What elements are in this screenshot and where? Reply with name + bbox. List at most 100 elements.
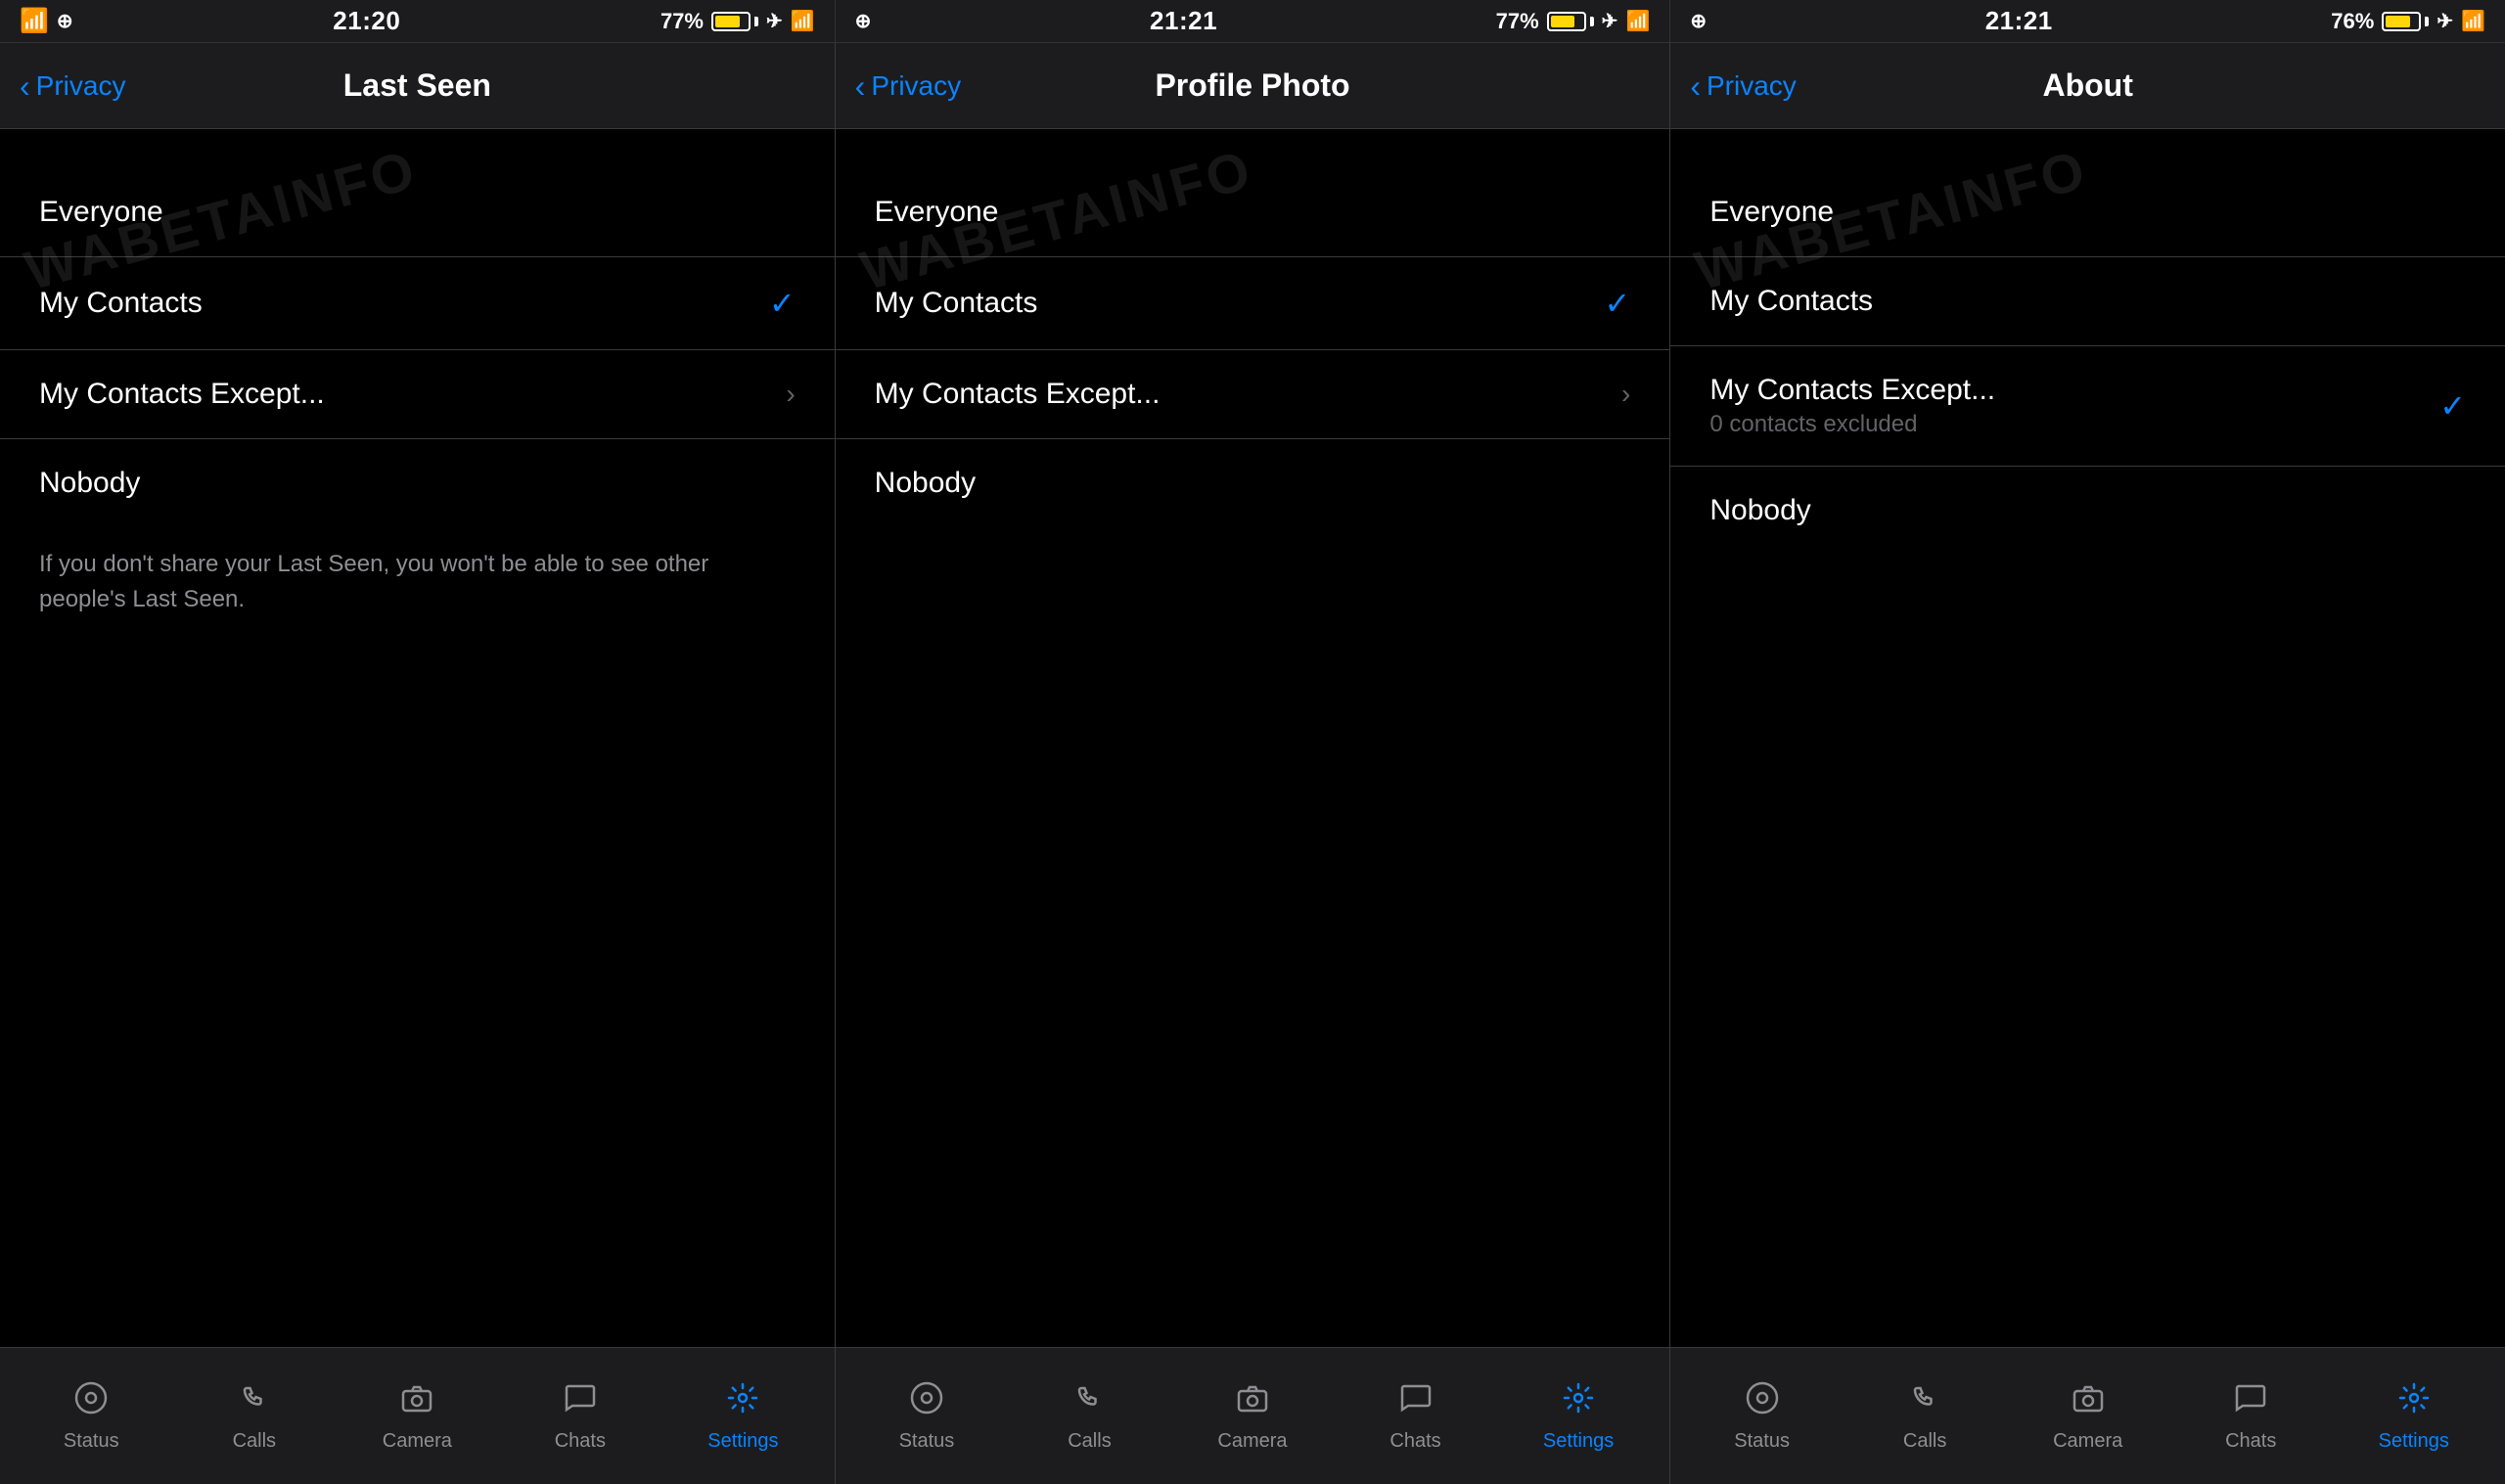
tab-camera-1[interactable]: Camera: [378, 1380, 456, 1453]
back-button-1[interactable]: ‹ Privacy: [20, 70, 125, 102]
tab-camera-3[interactable]: Camera: [2049, 1380, 2127, 1453]
nav-title-2: Profile Photo: [1155, 67, 1349, 104]
tab-settings-2[interactable]: Settings: [1539, 1380, 1617, 1453]
status-icon-1: [73, 1380, 109, 1422]
status-left-2: ⊕: [855, 9, 872, 33]
settings-icon-3: [2396, 1380, 2432, 1422]
list-section-2: Everyone My Contacts ✓ My Contacts Excep…: [836, 168, 1670, 527]
tab-calls-3[interactable]: Calls: [1886, 1380, 1964, 1453]
tab-calls-label-1: Calls: [233, 1430, 276, 1453]
status-left-1: 📶 ⊕: [20, 7, 73, 35]
label-everyone-3: Everyone: [1709, 196, 1834, 229]
list-item-mycontacts-1[interactable]: My Contacts ✓: [0, 257, 835, 350]
tab-settings-label-3: Settings: [2379, 1430, 2449, 1453]
screen-1-wrapper: WABETAINFO Everyone My Contacts ✓ My Con…: [0, 129, 835, 1347]
tab-calls-label-3: Calls: [1903, 1430, 1946, 1453]
list-item-nobody-3[interactable]: Nobody: [1670, 467, 2505, 555]
tab-chats-3[interactable]: Chats: [2211, 1380, 2290, 1453]
screen-profile-photo: WABETAINFO Everyone My Contacts ✓ My Con…: [835, 129, 1670, 1347]
status-time-2: 21:21: [1150, 6, 1217, 36]
list-item-nobody-1[interactable]: Nobody: [0, 439, 835, 527]
tab-section-3: Status Calls Camera Chats Settings: [1669, 1348, 2505, 1484]
chats-icon-3: [2233, 1380, 2268, 1422]
tab-chats-label-1: Chats: [555, 1430, 606, 1453]
list-item-everyone-2[interactable]: Everyone: [836, 168, 1670, 257]
status-bar: 📶 ⊕ 21:20 77% ✈ 📶 ⊕ 21:21 77%: [0, 0, 2505, 43]
calls-icon-3: [1907, 1380, 1942, 1422]
tab-section-1: Status Calls Camera Chats Settings: [0, 1348, 835, 1484]
chevron-icon-1: ›: [786, 379, 795, 410]
wifi-icon-1: 📶: [20, 7, 49, 35]
tab-settings-3[interactable]: Settings: [2375, 1380, 2453, 1453]
status-icon-2: [909, 1380, 944, 1422]
back-label-2: Privacy: [871, 70, 961, 102]
back-arrow-icon-1: ‹: [20, 70, 30, 102]
chevron-icon-2: ›: [1621, 379, 1630, 410]
battery-icon-2: [1547, 12, 1594, 31]
airplane-icon-2: ✈: [1602, 9, 1618, 33]
check-icon-mycontacts-2: ✓: [1605, 285, 1631, 322]
nav-title-1: Last Seen: [343, 67, 491, 104]
sublabel-mycontacts-except-3: 0 contacts excluded: [1709, 411, 1995, 438]
label-mycontacts-except-1: My Contacts Except...: [39, 378, 325, 411]
tab-status-2[interactable]: Status: [888, 1380, 966, 1453]
location-icon-1: ⊕: [57, 9, 73, 33]
wifi2-icon-2: 📶: [1625, 9, 1650, 33]
list-item-mycontacts-except-2[interactable]: My Contacts Except... ›: [836, 350, 1670, 439]
tab-calls-label-2: Calls: [1068, 1430, 1111, 1453]
battery-percent-1: 77%: [660, 9, 704, 34]
list-item-mycontacts-except-3[interactable]: My Contacts Except... 0 contacts exclude…: [1670, 346, 2505, 467]
back-button-2[interactable]: ‹ Privacy: [855, 70, 961, 102]
screen-3-wrapper: WABETAINFO Everyone My Contacts My Conta…: [1670, 129, 2505, 1347]
nav-panel-3: ‹ Privacy About: [1669, 43, 2505, 128]
tab-camera-label-1: Camera: [383, 1430, 452, 1453]
tab-calls-2[interactable]: Calls: [1050, 1380, 1128, 1453]
airplane-icon-1: ✈: [766, 9, 783, 33]
tab-chats-2[interactable]: Chats: [1377, 1380, 1455, 1453]
tab-camera-label-3: Camera: [2053, 1430, 2122, 1453]
list-item-mycontacts-3[interactable]: My Contacts: [1670, 257, 2505, 346]
list-item-nobody-2[interactable]: Nobody: [836, 439, 1670, 527]
nav-panel-2: ‹ Privacy Profile Photo: [835, 43, 1670, 128]
tab-status-3[interactable]: Status: [1723, 1380, 1801, 1453]
tab-camera-2[interactable]: Camera: [1213, 1380, 1292, 1453]
label-mycontacts-except-2: My Contacts Except...: [875, 378, 1161, 411]
list-section-3: Everyone My Contacts My Contacts Except.…: [1670, 168, 2505, 555]
list-section-1: Everyone My Contacts ✓ My Contacts Excep…: [0, 168, 835, 527]
camera-icon-1: [399, 1380, 434, 1422]
list-item-everyone-1[interactable]: Everyone: [0, 168, 835, 257]
label-mycontacts-2: My Contacts: [875, 287, 1038, 320]
screen-2-wrapper: WABETAINFO Everyone My Contacts ✓ My Con…: [836, 129, 1670, 1347]
camera-icon-2: [1235, 1380, 1270, 1422]
battery-icon-3: [2382, 12, 2429, 31]
location-icon-2: ⊕: [855, 9, 872, 33]
tab-camera-label-2: Camera: [1217, 1430, 1287, 1453]
wifi2-icon-3: 📶: [2461, 9, 2485, 33]
label-mycontacts-3: My Contacts: [1709, 285, 1873, 318]
status-panel-3: ⊕ 21:21 76% ✈ 📶: [1669, 0, 2505, 42]
screen-last-seen: WABETAINFO Everyone My Contacts ✓ My Con…: [0, 129, 835, 1347]
list-item-mycontacts-except-1[interactable]: My Contacts Except... ›: [0, 350, 835, 439]
location-icon-3: ⊕: [1690, 9, 1707, 33]
list-item-mycontacts-2[interactable]: My Contacts ✓: [836, 257, 1670, 350]
airplane-icon-3: ✈: [2437, 9, 2453, 33]
status-right-3: 76% ✈ 📶: [2331, 9, 2485, 34]
tab-calls-1[interactable]: Calls: [215, 1380, 294, 1453]
label-nobody-2: Nobody: [875, 467, 976, 500]
tab-status-1[interactable]: Status: [52, 1380, 130, 1453]
tab-chats-label-3: Chats: [2225, 1430, 2276, 1453]
back-arrow-icon-3: ‹: [1690, 70, 1701, 102]
back-label-1: Privacy: [36, 70, 126, 102]
wifi2-icon-1: 📶: [791, 9, 815, 33]
chats-icon-1: [563, 1380, 598, 1422]
status-right-2: 77% ✈ 📶: [1496, 9, 1651, 34]
tab-chats-1[interactable]: Chats: [541, 1380, 619, 1453]
back-button-3[interactable]: ‹ Privacy: [1690, 70, 1796, 102]
tab-settings-1[interactable]: Settings: [704, 1380, 782, 1453]
label-everyone-1: Everyone: [39, 196, 163, 229]
check-icon-mycontacts-except-3: ✓: [2439, 387, 2466, 425]
tab-status-label-3: Status: [1734, 1430, 1790, 1453]
settings-icon-1: [725, 1380, 760, 1422]
list-item-everyone-3[interactable]: Everyone: [1670, 168, 2505, 257]
status-left-3: ⊕: [1690, 9, 1707, 33]
